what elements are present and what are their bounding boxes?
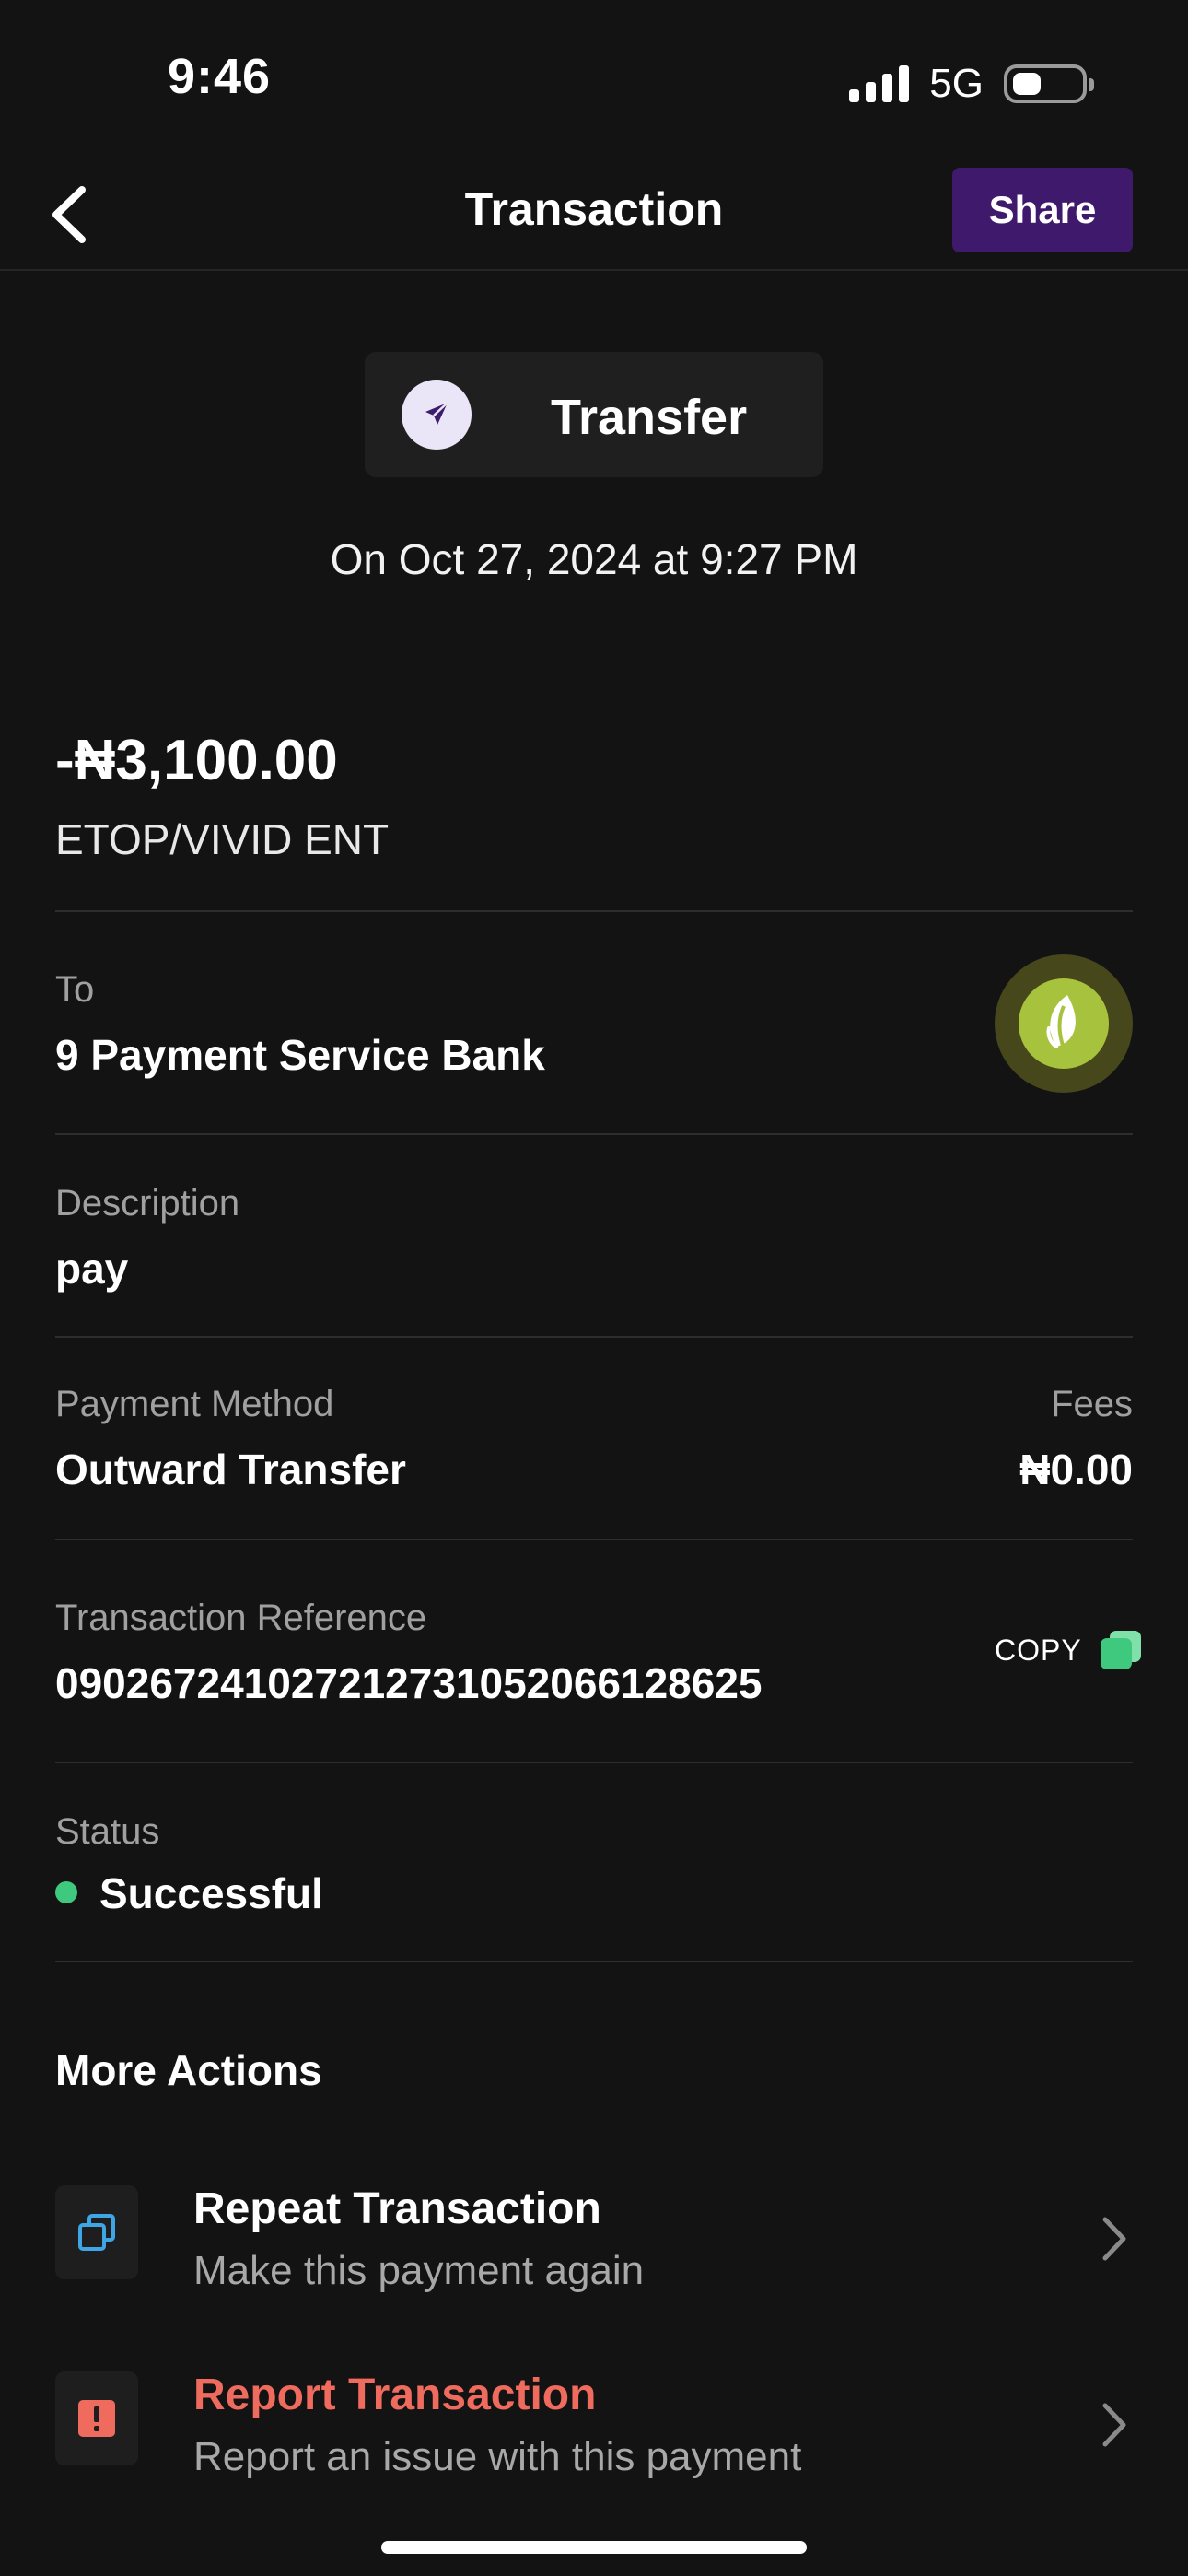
nav-header: Transaction Share <box>0 157 1188 271</box>
status-dot <box>55 1881 77 1903</box>
divider <box>55 1336 1133 1338</box>
chevron-right-icon <box>1096 2211 1133 2266</box>
reference-label: Transaction Reference <box>55 1598 427 1638</box>
alert-icon <box>55 2371 138 2465</box>
share-button[interactable]: Share <box>952 168 1133 252</box>
divider <box>55 1539 1133 1540</box>
to-label: To <box>55 969 95 1010</box>
divider <box>55 1961 1133 1962</box>
divider <box>55 1762 1133 1763</box>
report-transaction-row[interactable]: Report Transaction Report an issue with … <box>0 2342 1188 2508</box>
home-indicator[interactable] <box>381 2541 807 2554</box>
repeat-transaction-subtitle: Make this payment again <box>193 2248 645 2293</box>
more-actions-title: More Actions <box>55 2046 322 2094</box>
repeat-copy-icon <box>55 2185 138 2279</box>
reference-value: 090267241027212731052066128625 <box>55 1659 763 1707</box>
leaf-icon <box>1046 995 1076 1049</box>
divider <box>55 910 1133 912</box>
status-bar: 9:46 5G <box>0 0 1188 157</box>
divider <box>55 1133 1133 1135</box>
paper-plane-icon <box>402 380 472 450</box>
repeat-transaction-title: Repeat Transaction <box>193 2184 601 2233</box>
status-time: 9:46 <box>168 49 272 104</box>
cellular-signal-icon <box>849 65 910 102</box>
network-label: 5G <box>929 61 984 106</box>
status-icons: 5G <box>849 61 1094 107</box>
copy-button[interactable]: COPY <box>995 1629 1143 1671</box>
transaction-type-label: Transfer <box>551 390 748 445</box>
fees-label: Fees <box>1051 1384 1133 1424</box>
description-label: Description <box>55 1183 240 1224</box>
copy-label: COPY <box>995 1633 1082 1667</box>
report-transaction-subtitle: Report an issue with this payment <box>193 2434 802 2479</box>
transaction-date: On Oct 27, 2024 at 9:27 PM <box>330 535 858 583</box>
copy-icon <box>1100 1631 1141 1669</box>
chevron-right-icon <box>1096 2397 1133 2453</box>
payment-method-label: Payment Method <box>55 1384 334 1424</box>
transaction-type-badge: Transfer <box>365 352 823 477</box>
status-value: Successful <box>99 1869 323 1917</box>
fees-value: ₦0.00 <box>1019 1446 1133 1493</box>
transaction-amount: -₦3,100.00 <box>55 729 338 792</box>
battery-icon <box>1004 64 1094 103</box>
bank-logo <box>995 954 1133 1093</box>
to-value: 9 Payment Service Bank <box>55 1031 545 1079</box>
description-value: pay <box>55 1245 129 1293</box>
report-transaction-title: Report Transaction <box>193 2371 597 2419</box>
status-label: Status <box>55 1811 160 1852</box>
repeat-transaction-row[interactable]: Repeat Transaction Make this payment aga… <box>0 2156 1188 2322</box>
counterparty-name: ETOP/VIVID ENT <box>55 815 390 863</box>
payment-method-value: Outward Transfer <box>55 1446 406 1493</box>
